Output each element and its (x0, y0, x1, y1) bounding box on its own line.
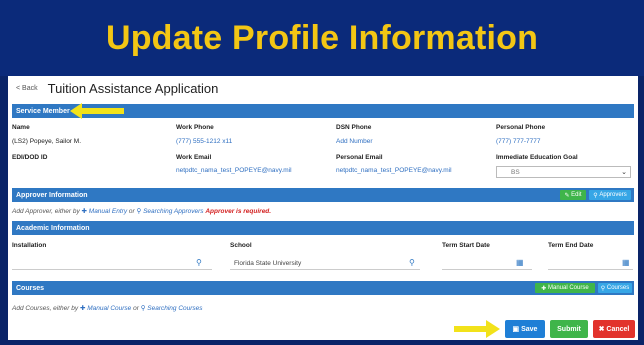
close-icon: ✖ (598, 326, 607, 333)
dsn-phone-add-link[interactable]: Add Number (336, 138, 373, 145)
school-label: School (230, 242, 252, 249)
courses-help-text: Add Courses, either by ✚ Manual Course o… (12, 304, 203, 312)
calendar-icon[interactable]: ▦ (516, 259, 524, 267)
edipi-label: EDI/DOD ID (12, 154, 48, 161)
title-banner: Update Profile Information (0, 0, 644, 76)
section-academic: Academic Information (12, 221, 634, 235)
plus-icon: ✚ (81, 208, 87, 215)
save-label: Save (521, 325, 538, 333)
school-value: Florida State University (234, 260, 302, 267)
search-approvers-button[interactable]: ⚲ Approvers (589, 190, 631, 200)
edit-approver-label: Edit (571, 192, 582, 198)
manual-course-link[interactable]: Manual Course (87, 305, 131, 312)
save-icon: ▣ (512, 326, 522, 333)
personal-phone-label: Personal Phone (496, 124, 546, 131)
searching-approvers-link[interactable]: Searching Approvers (143, 208, 203, 215)
education-goal-select[interactable]: BS ⌄ (496, 166, 631, 178)
page-title: Tuition Assistance Application (47, 80, 219, 96)
calendar-icon[interactable]: ▦ (622, 259, 630, 267)
add-approver-text: Add Approver, either by (12, 208, 80, 215)
edit-approver-button[interactable]: ✎ Edit (560, 190, 586, 200)
pointer-arrow-icon (454, 320, 500, 338)
back-link[interactable]: < Back (16, 85, 38, 92)
section-approver: Approver Information (12, 188, 634, 202)
search-icon[interactable]: ⚲ (409, 259, 415, 267)
manual-entry-link[interactable]: Manual Entry (89, 208, 127, 215)
term-end-input[interactable] (548, 258, 633, 270)
chevron-down-icon: ⌄ (621, 169, 627, 176)
search-icon: ⚲ (140, 305, 146, 312)
or-text: or (128, 208, 135, 215)
installation-label: Installation (12, 242, 47, 249)
search-icon[interactable]: ⚲ (196, 259, 202, 267)
personal-email-label: Personal Email (336, 154, 383, 161)
approver-help-text: Add Approver, either by ✚ Manual Entry o… (12, 207, 271, 215)
term-end-label: Term End Date (548, 242, 594, 249)
section-approver-title: Approver Information (16, 191, 88, 199)
pointer-arrow-icon (70, 103, 124, 119)
plus-icon: ✚ (541, 285, 548, 292)
name-value: (LS2) Popeye, Sailor M. (12, 138, 82, 145)
dsn-phone-label: DSN Phone (336, 124, 372, 131)
search-icon: ⚲ (136, 208, 142, 215)
manual-course-button[interactable]: ✚ Manual Course (535, 283, 595, 293)
search-courses-button[interactable]: ⚲ Courses (598, 283, 632, 293)
manual-course-label: Manual Course (548, 285, 589, 291)
plus-icon: ✚ (79, 305, 86, 312)
top-bar: < Back Tuition Assistance Application (8, 76, 638, 100)
banner-title: Update Profile Information (105, 18, 539, 57)
cancel-button[interactable]: ✖ Cancel (593, 320, 635, 338)
work-phone-value[interactable]: (777) 555-1212 x11 (176, 138, 232, 145)
education-goal-value: BS (511, 168, 520, 176)
edit-icon: ✎ (564, 192, 572, 199)
installation-input[interactable] (12, 258, 212, 270)
save-button[interactable]: ▣ Save (505, 320, 545, 338)
work-email-value[interactable]: netpdtc_nama_test_POPEYE@navy.mil (176, 167, 292, 174)
search-courses-label: Courses (606, 285, 630, 291)
section-academic-title: Academic Information (16, 224, 90, 232)
search-approvers-label: Approvers (599, 192, 627, 198)
name-label: Name (12, 124, 30, 131)
personal-phone-value[interactable]: (777) 777-7777 (496, 138, 540, 145)
work-phone-label: Work Phone (176, 124, 214, 131)
personal-email-value[interactable]: netpdtc_nama_test_POPEYE@navy.mil (336, 167, 452, 174)
term-start-label: Term Start Date (442, 242, 490, 249)
or-text: or (133, 305, 139, 312)
searching-courses-link[interactable]: Searching Courses (147, 305, 202, 312)
work-email-label: Work Email (176, 154, 212, 161)
app-screen: < Back Tuition Assistance Application Se… (8, 76, 638, 340)
section-service-member-title: Service Member (16, 107, 70, 115)
school-input[interactable]: Florida State University (230, 258, 420, 270)
submit-label: Submit (557, 325, 581, 333)
add-courses-text: Add Courses, either by (12, 305, 79, 312)
cancel-label: Cancel (606, 325, 630, 333)
submit-button[interactable]: Submit (550, 320, 588, 338)
education-goal-label: Immediate Education Goal (496, 154, 578, 161)
approver-required-error: Approver is required. (205, 208, 272, 215)
section-courses-title: Courses (16, 284, 45, 292)
